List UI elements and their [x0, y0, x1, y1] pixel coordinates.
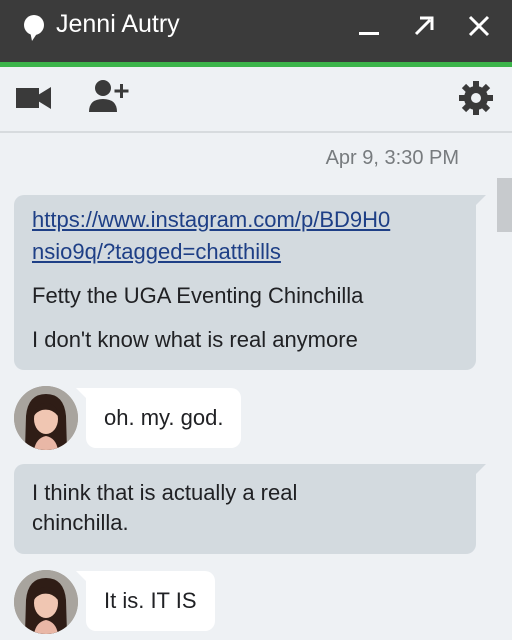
chat-bubble-icon	[24, 15, 44, 41]
message-timestamp: Apr 9, 3:30 PM	[325, 147, 459, 169]
scrollbar-thumb[interactable]	[497, 178, 512, 232]
minimize-icon[interactable]	[355, 12, 383, 40]
message-text-line: I don't know what is real anymore	[32, 327, 358, 352]
conversation-area[interactable]: Apr 9, 3:30 PM https://www.instagram.com…	[0, 133, 512, 640]
avatar-photo	[14, 570, 78, 634]
add-person-icon[interactable]	[88, 78, 132, 114]
incoming-message-bubble: oh. my. god.	[75, 388, 242, 448]
message-text-line: I think that is actually a real	[32, 480, 298, 505]
message-text-line: chinchilla.	[32, 510, 129, 535]
avatar-photo	[14, 386, 78, 450]
chat-toolbar	[0, 67, 512, 131]
chat-title-bar: Jenni Autry	[0, 0, 512, 62]
contact-name-title: Jenni Autry	[56, 10, 180, 38]
contact-avatar[interactable]	[14, 570, 78, 634]
contact-avatar[interactable]	[14, 386, 78, 450]
message-text-line: Fetty the UGA Eventing Chinchilla	[32, 283, 364, 308]
outgoing-message-bubble: I think that is actually a real chinchil…	[14, 464, 486, 554]
incoming-message-bubble: It is. IT IS	[76, 571, 215, 631]
outgoing-message-bubble: https://www.instagram.com/p/BD9H0 nsio9q…	[14, 195, 486, 370]
popout-icon[interactable]	[410, 12, 438, 40]
message-link-line-2[interactable]: nsio9q/?tagged=chatthills	[32, 237, 281, 267]
message-link-line-1[interactable]: https://www.instagram.com/p/BD9H0	[32, 205, 390, 235]
close-icon[interactable]	[465, 12, 493, 40]
video-call-icon[interactable]	[16, 86, 52, 110]
settings-gear-icon[interactable]	[458, 80, 494, 116]
